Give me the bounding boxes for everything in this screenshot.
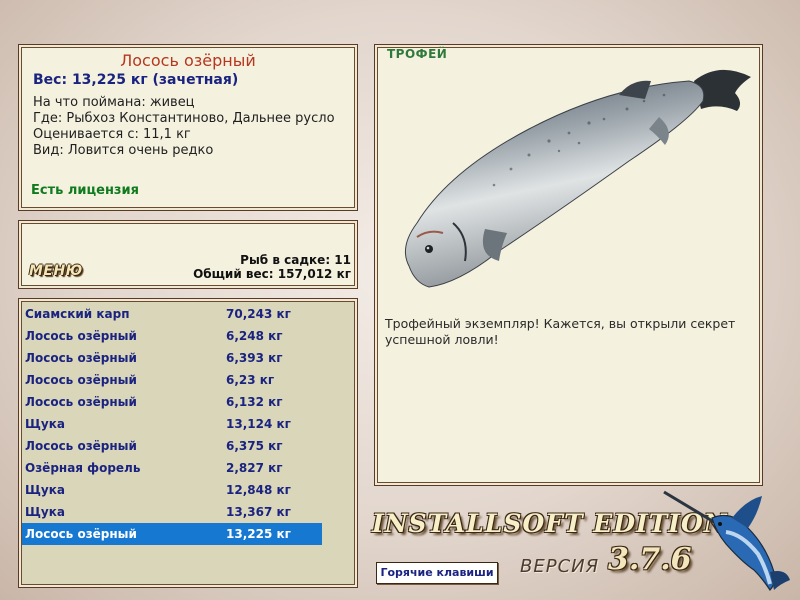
catch-row[interactable]: Лосось озёрный 6,23 кг <box>22 369 322 391</box>
trophy-message: Трофейный экземпляр! Кажется, вы открыли… <box>385 316 736 347</box>
rarity-detail: Вид: Ловится очень редко <box>33 143 214 158</box>
catch-fish-weight: 6,23 кг <box>226 373 275 387</box>
catch-fish-weight: 2,827 кг <box>226 461 283 475</box>
bait-detail: На что поймана: живец <box>33 95 195 110</box>
catch-fish-name: Лосось озёрный <box>25 527 137 541</box>
trophy-panel: ТРОФЕЙ Трофейный экземпляр! Кажется, вы … <box>374 44 763 486</box>
keepnet-stats-panel: МЕНЮ Рыб в садке: 11 Общий вес: 157,012 … <box>18 220 358 289</box>
catch-row[interactable]: Озёрная форель 2,827 кг <box>22 457 322 479</box>
catch-fish-name: Лосось озёрный <box>25 351 137 365</box>
total-weight: Общий вес: 157,012 кг <box>193 267 351 281</box>
catch-fish-weight: 13,124 кг <box>226 417 291 431</box>
catch-fish-weight: 12,848 кг <box>226 483 291 497</box>
catch-fish-name: Щука <box>25 417 65 431</box>
catch-fish-name: Лосось озёрный <box>25 439 137 453</box>
catch-fish-name: Лосось озёрный <box>25 395 137 409</box>
version-label: ВЕРСИЯ <box>520 556 600 577</box>
catch-fish-weight: 70,243 кг <box>226 307 291 321</box>
catch-row[interactable]: Щука 12,848 кг <box>22 479 322 501</box>
catch-list-panel: Сиамский карп 70,243 кг Лосось озёрный 6,24… <box>18 298 358 588</box>
version-number: 3.7.6 <box>608 542 692 577</box>
fish-count: Рыб в садке: 11 <box>240 253 351 267</box>
catch-row[interactable]: Лосось озёрный 6,132 кг <box>22 391 322 413</box>
catch-row[interactable]: Щука 13,124 кг <box>22 413 322 435</box>
catch-fish-name: Озёрная форель <box>25 461 141 475</box>
catch-fish-name: Щука <box>25 505 65 519</box>
catch-fish-name: Лосось озёрный <box>25 373 137 387</box>
hotkeys-button[interactable]: Горячие клавиши <box>376 562 498 584</box>
catch-row[interactable]: Лосось озёрный 13,225 кг <box>22 523 322 545</box>
catch-fish-name: Лосось озёрный <box>25 329 137 343</box>
fish-info-panel: Лосось озёрный Вес: 13,225 кг (зачетная)… <box>18 44 358 211</box>
catch-row[interactable]: Щука 13,367 кг <box>22 501 322 523</box>
catch-fish-weight: 6,132 кг <box>226 395 283 409</box>
catch-fish-weight: 13,367 кг <box>226 505 291 519</box>
menu-button[interactable]: МЕНЮ <box>29 263 83 279</box>
catch-row[interactable]: Лосось озёрный 6,375 кг <box>22 435 322 457</box>
salmon-image <box>404 69 751 288</box>
catch-row[interactable]: Лосось озёрный 6,393 кг <box>22 347 322 369</box>
rated-from-detail: Оценивается с: 11,1 кг <box>33 127 191 142</box>
catch-row[interactable]: Сиамский карп 70,243 кг <box>22 303 322 325</box>
fish-name: Лосось озёрный <box>120 51 256 70</box>
catch-fish-weight: 6,375 кг <box>226 439 283 453</box>
fish-weight: Вес: 13,225 кг (зачетная) <box>33 72 239 88</box>
catch-fish-weight: 13,225 кг <box>226 527 291 541</box>
location-detail: Где: Рыбхоз Константиново, Дальнее русло <box>33 111 335 126</box>
catch-fish-name: Щука <box>25 483 65 497</box>
license-status: Есть лицензия <box>31 183 139 198</box>
catch-fish-weight: 6,248 кг <box>226 329 283 343</box>
catch-fish-weight: 6,393 кг <box>226 351 283 365</box>
catch-row[interactable]: Лосось озёрный 6,248 кг <box>22 325 322 347</box>
catch-fish-name: Сиамский карп <box>25 307 130 321</box>
catch-list: Сиамский карп 70,243 кг Лосось озёрный 6,24… <box>22 303 322 545</box>
